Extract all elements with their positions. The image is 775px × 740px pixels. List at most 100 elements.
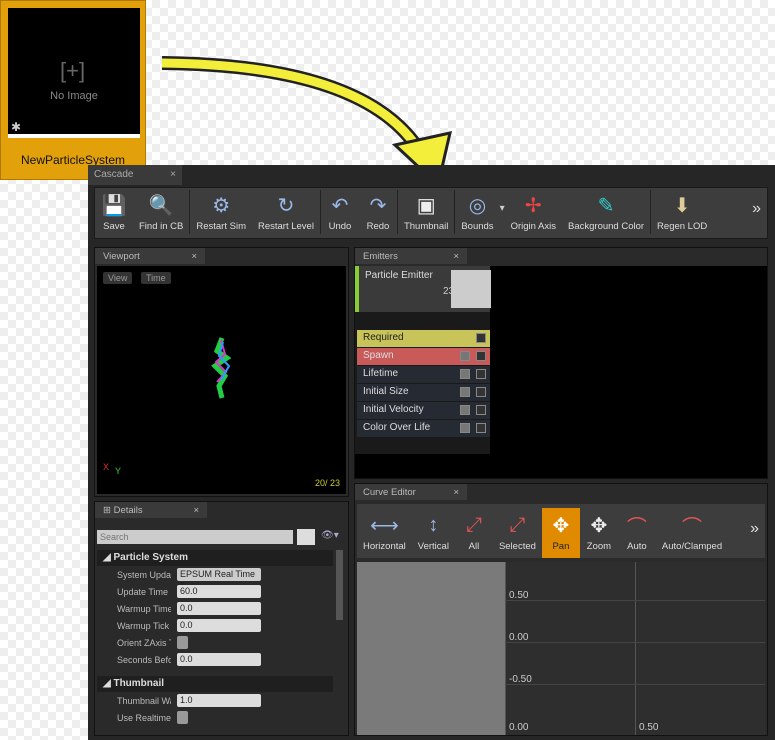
- horizontal-button[interactable]: ⟷ Horizontal: [357, 512, 412, 558]
- pan-button[interactable]: ✥ Pan: [541, 508, 580, 558]
- view-options-button[interactable]: [297, 529, 315, 545]
- more-icon[interactable]: »: [750, 520, 765, 538]
- restart-level-button[interactable]: ↻ Restart Level: [252, 192, 320, 238]
- redo-icon: ↷: [369, 194, 387, 217]
- emitter-thumbnail: [451, 270, 491, 308]
- emitters-tab[interactable]: Emitters ×: [355, 248, 467, 264]
- module-initial-size[interactable]: Initial Size: [357, 384, 490, 401]
- auto-clamped-icon: ⌒: [682, 516, 703, 539]
- viewport-canvas[interactable]: View Time X Y 20/ 23: [97, 266, 346, 494]
- property-row: Seconds Before 0.0: [97, 651, 333, 668]
- vertical-button[interactable]: ↕ Vertical: [412, 512, 455, 558]
- property-label: Use Realtime Thumbnail: [117, 712, 171, 723]
- lod-icon: ⬇: [673, 194, 691, 217]
- label: Vertical: [417, 541, 449, 552]
- fit-vertical-icon: ↕: [428, 513, 439, 536]
- y-label: 0.00: [509, 632, 529, 643]
- viewport-tab[interactable]: Viewport ×: [95, 248, 205, 264]
- y-label: -0.50: [509, 674, 532, 685]
- selected-button[interactable]: ⤢ Selected: [493, 512, 542, 558]
- number-field[interactable]: 0.0: [177, 602, 261, 615]
- module-label: Initial Size: [363, 386, 409, 397]
- checkbox[interactable]: [177, 636, 188, 649]
- property-row: System Update M EPSUM Real Time ▾: [97, 566, 333, 589]
- regen-lod-button[interactable]: ⬇ Regen LOD: [651, 192, 713, 238]
- module-label: Lifetime: [363, 368, 399, 379]
- restart-icon: ↻: [277, 194, 295, 217]
- emitter-column[interactable]: Particle Emitter 23 Required Spawn Lifet…: [355, 266, 491, 454]
- time-button[interactable]: Time: [141, 272, 171, 284]
- bounds-button[interactable]: ◎ Bounds: [455, 192, 499, 238]
- enable-checkbox[interactable]: [460, 423, 470, 433]
- eye-icon[interactable]: 👁▾: [321, 530, 339, 541]
- color-icon: ✎: [597, 194, 615, 217]
- curve-editor-tab[interactable]: Curve Editor ×: [355, 484, 467, 500]
- section-thumbnail[interactable]: ◢ Thumbnail: [97, 676, 333, 692]
- curve-toggle[interactable]: [476, 423, 486, 433]
- number-field[interactable]: 1.0: [177, 694, 261, 707]
- module-required[interactable]: Required: [357, 330, 490, 347]
- property-row: Orient ZAxis Toward: [97, 634, 333, 651]
- emitters-canvas: Particle Emitter 23 Required Spawn Lifet…: [355, 266, 767, 478]
- bounds-icon: ◎: [468, 194, 487, 217]
- close-icon[interactable]: ×: [170, 169, 176, 180]
- find-in-cb-button[interactable]: 🔍 Find in CB: [133, 192, 189, 238]
- label: Auto: [627, 541, 647, 552]
- details-tab[interactable]: ⊞ Details ×: [95, 502, 207, 518]
- module-lifetime[interactable]: Lifetime: [357, 366, 490, 383]
- undo-icon: ↶: [331, 194, 349, 217]
- save-button[interactable]: 💾 Save: [95, 192, 133, 238]
- origin-axis-button[interactable]: ✢ Origin Axis: [505, 192, 562, 238]
- enable-checkbox[interactable]: [460, 351, 470, 361]
- scrollbar[interactable]: [336, 550, 343, 620]
- enable-checkbox[interactable]: [460, 369, 470, 379]
- checkbox[interactable]: [177, 711, 188, 724]
- label: Horizontal: [363, 541, 406, 552]
- auto-tangent-icon: ⌒: [626, 516, 647, 539]
- auto-clamped-button[interactable]: ⌒ Auto/Clamped: [656, 512, 728, 558]
- all-button[interactable]: ⤢ All: [455, 512, 493, 558]
- emitter-name: Particle Emitter: [365, 270, 433, 281]
- search-input[interactable]: [97, 530, 293, 544]
- label: Background Color: [568, 221, 645, 232]
- number-field[interactable]: 60.0: [177, 585, 261, 598]
- redo-button[interactable]: ↷ Redo: [359, 192, 397, 238]
- module-spawn[interactable]: Spawn: [357, 348, 490, 365]
- curve-toggle[interactable]: [476, 387, 486, 397]
- particle-count: 20/ 23: [314, 478, 340, 488]
- curve-toggle[interactable]: [476, 351, 486, 361]
- number-field[interactable]: 0.0: [177, 619, 261, 632]
- number-field[interactable]: 0.0: [177, 653, 261, 666]
- thumbnail-button[interactable]: ▣ Thumbnail: [398, 192, 454, 238]
- label: Pan: [552, 541, 570, 552]
- enable-checkbox[interactable]: [460, 405, 470, 415]
- enable-checkbox[interactable]: [460, 387, 470, 397]
- x-label: 0.00: [509, 722, 529, 733]
- module-initial-velocity[interactable]: Initial Velocity: [357, 402, 490, 419]
- zoom-button[interactable]: ✥ Zoom: [580, 512, 618, 558]
- section-particle-system[interactable]: ◢ Particle System: [97, 550, 333, 566]
- curve-toggle[interactable]: [476, 405, 486, 415]
- system-update-dropdown[interactable]: EPSUM Real Time ▾: [177, 568, 261, 589]
- view-button[interactable]: View: [103, 272, 133, 284]
- curve-toggle[interactable]: [476, 369, 486, 379]
- module-color-over-life[interactable]: Color Over Life: [357, 420, 490, 437]
- background-color-button[interactable]: ✎ Background Color: [562, 192, 650, 238]
- y-label: 0.50: [509, 590, 529, 601]
- cascade-window: Cascade × 💾 Save 🔍 Find in CB ⚙ Restart Sim…: [88, 165, 775, 740]
- label: Restart Level: [257, 221, 314, 232]
- thumbnail-icon: ▣: [416, 194, 436, 217]
- emitter-header[interactable]: Particle Emitter 23: [355, 266, 491, 312]
- window-tab[interactable]: Cascade ×: [88, 165, 182, 185]
- auto-button[interactable]: ⌒ Auto: [618, 512, 656, 558]
- undo-button[interactable]: ↶ Undo: [321, 192, 359, 238]
- details-icon: ⊞: [103, 505, 114, 516]
- tab-label: Viewport: [103, 251, 140, 262]
- curve-graph[interactable]: 0.50 0.00 -0.50 0.00 0.50: [357, 562, 765, 735]
- no-image-label: No Image: [50, 90, 98, 102]
- more-icon[interactable]: »: [752, 200, 767, 218]
- asset-thumbnail-card[interactable]: [+] No Image ✱ NewParticleSystem: [0, 0, 146, 180]
- curve-toggle[interactable]: [476, 333, 486, 343]
- label: Selected: [498, 541, 536, 552]
- restart-sim-button[interactable]: ⚙ Restart Sim: [190, 192, 252, 238]
